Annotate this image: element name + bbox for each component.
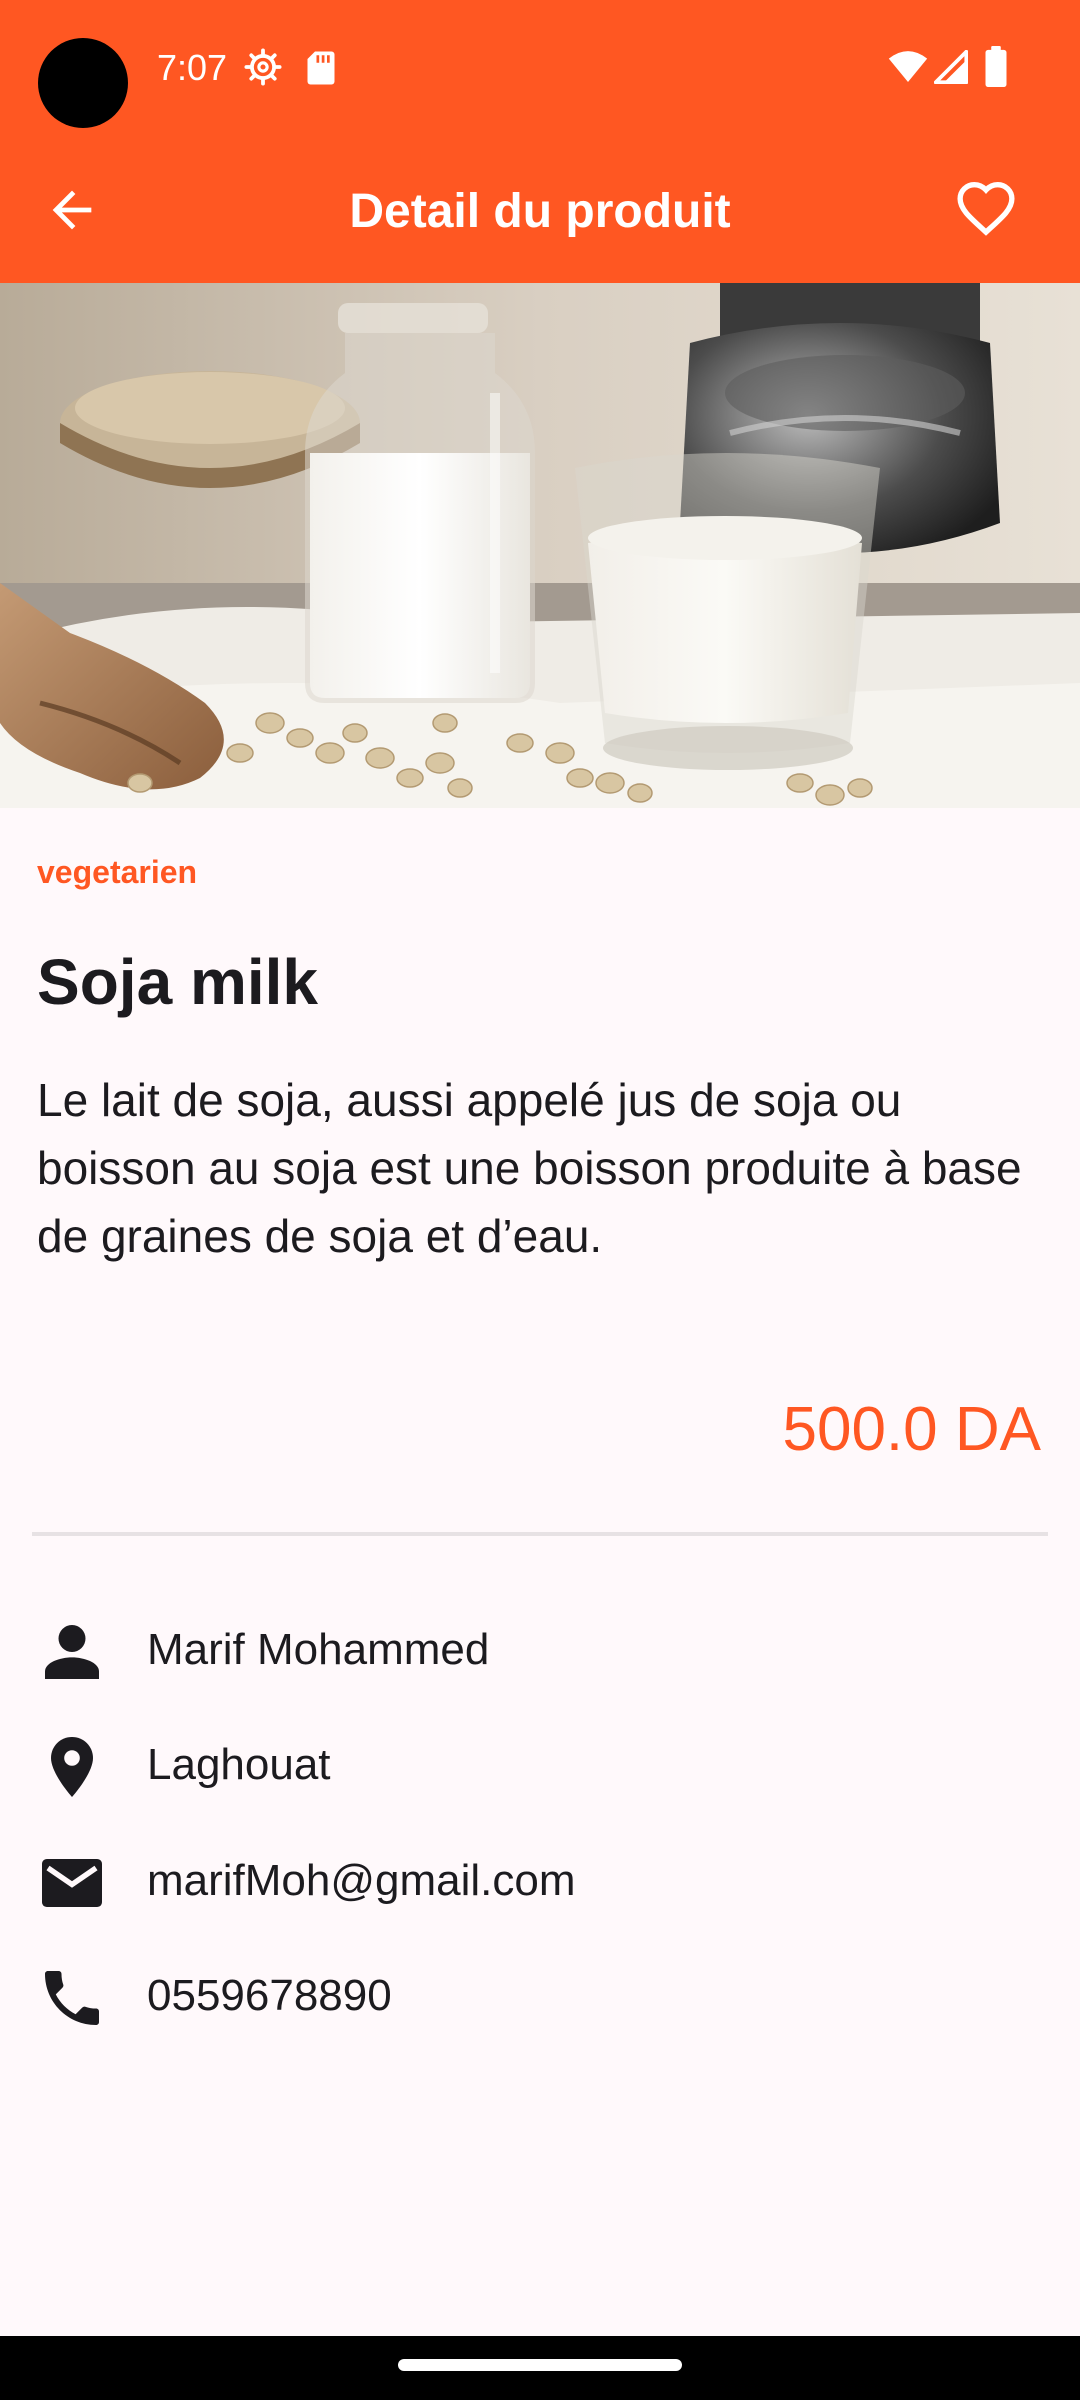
battery-icon xyxy=(985,46,1007,88)
wifi-icon xyxy=(888,51,928,82)
seller-name: Marif Mohammed xyxy=(147,1625,490,1674)
category-label: vegetarien xyxy=(37,854,198,890)
seller-location: Laghouat xyxy=(147,1740,331,1789)
product-price: 500.0 DA xyxy=(782,1395,1041,1464)
email-icon xyxy=(42,1859,102,1907)
seller-name-row: Marif Mohammed xyxy=(0,1594,1080,1694)
person-icon xyxy=(45,1625,99,1679)
sd-card-icon xyxy=(307,51,335,85)
status-bar: 7:07 xyxy=(0,0,1080,140)
home-gesture-handle[interactable] xyxy=(398,2359,682,2371)
location-row: Laghouat xyxy=(0,1709,1080,1809)
email-row[interactable]: marifMoh@gmail.com xyxy=(0,1825,1080,1925)
product-description: Le lait de soja, aussi appelé jus de soj… xyxy=(37,1074,1022,1262)
location-pin-icon xyxy=(51,1737,93,1797)
seller-email[interactable]: marifMoh@gmail.com xyxy=(147,1853,576,1909)
settings-gear-icon xyxy=(244,48,282,86)
status-time: 7:07 xyxy=(157,47,228,88)
product-name: Soja milk xyxy=(37,946,318,1018)
phone-row[interactable]: 0559678890 xyxy=(0,1940,1080,2040)
seller-phone[interactable]: 0559678890 xyxy=(147,1968,392,2024)
phone-icon xyxy=(45,1971,99,2025)
product-image xyxy=(0,283,1080,808)
divider xyxy=(32,1532,1048,1536)
system-nav-bar xyxy=(0,2336,1080,2400)
product-detail-screen: 7:07 Detail du produit vegetarien Soja m… xyxy=(0,0,1080,2400)
heart-outline-icon xyxy=(957,181,1015,236)
camera-cutout xyxy=(38,38,128,128)
soy-milk-photo xyxy=(0,283,1080,808)
favorite-button[interactable] xyxy=(938,162,1034,258)
cell-signal-icon xyxy=(934,50,968,84)
page-title: Detail du produit xyxy=(349,185,731,238)
app-bar: Detail du produit xyxy=(0,140,1080,283)
